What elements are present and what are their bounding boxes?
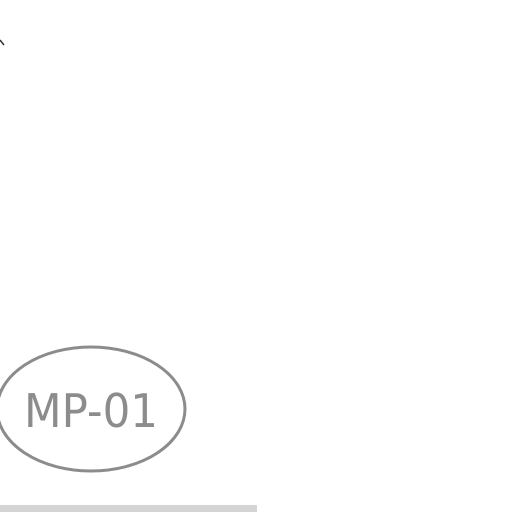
- bottom-bar: [0, 505, 257, 512]
- drawing-canvas: MP-01: [0, 39, 257, 512]
- tag-label: MP-01: [24, 384, 158, 438]
- corner-tick-mark: [0, 39, 5, 46]
- equipment-tag[interactable]: MP-01: [0, 345, 187, 473]
